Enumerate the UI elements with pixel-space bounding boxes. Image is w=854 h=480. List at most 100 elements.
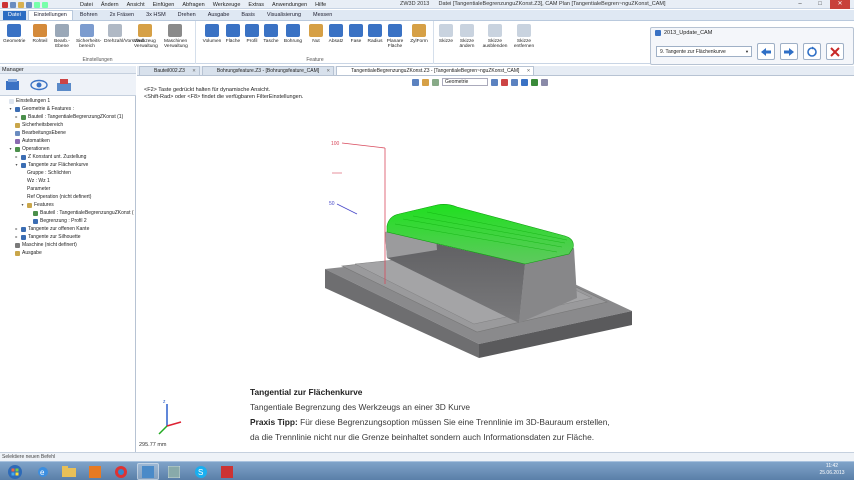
tree-expander-icon[interactable]: ▾ xyxy=(14,161,19,169)
tab-ausgabe[interactable]: Ausgabe xyxy=(203,11,235,20)
tree-item[interactable]: Parameter xyxy=(20,185,50,193)
tab-messen[interactable]: Messen xyxy=(308,11,337,20)
nut-button[interactable]: Nut xyxy=(305,24,327,44)
open-file-icon[interactable] xyxy=(18,1,24,8)
tree-expander-icon[interactable]: ▾ xyxy=(8,145,13,153)
menu-datei[interactable]: Datei xyxy=(80,2,93,8)
tree-item[interactable]: Bauteil : TangentialeBegrenzunguZKonst ( xyxy=(26,209,134,217)
ie-taskbar-button[interactable]: e xyxy=(32,463,54,480)
werkzeug-verwaltung-button[interactable]: Werkzeug Verwaltung xyxy=(134,24,158,49)
tab-bohren[interactable]: Bohren xyxy=(75,11,103,20)
menu-hilfe[interactable]: Hilfe xyxy=(315,2,326,8)
cam-tree-icon[interactable] xyxy=(56,78,72,92)
tree-item[interactable]: ▾ Operationen xyxy=(8,145,49,153)
tasche-button[interactable]: Tasche xyxy=(260,24,282,44)
geometrie-button[interactable]: Geometrie xyxy=(3,24,25,44)
app-taskbar-button[interactable] xyxy=(216,463,238,480)
chrome-taskbar-button[interactable] xyxy=(110,463,132,480)
window-taskbar-button[interactable] xyxy=(163,463,185,480)
display-icon[interactable] xyxy=(511,78,518,86)
skizze-ausblenden-button[interactable]: Skizze ausblenden xyxy=(482,24,508,49)
zylform-button[interactable]: ZylForm xyxy=(408,24,430,44)
menu-ansicht[interactable]: Ansicht xyxy=(127,2,145,8)
planare-flaeche-button[interactable]: Planare Fläche xyxy=(384,24,406,49)
maschinen-verwaltung-button[interactable]: Maschinen Verwaltung xyxy=(164,24,188,49)
start-button[interactable] xyxy=(4,463,26,480)
refresh-button[interactable] xyxy=(803,43,821,60)
menu-werkzeuge[interactable]: Werkzeuge xyxy=(213,2,241,8)
explorer-taskbar-button[interactable] xyxy=(58,463,80,480)
bohrung-button[interactable]: Bohrung xyxy=(282,24,304,44)
view-icon[interactable] xyxy=(541,78,548,86)
tree-item[interactable]: Ausgabe xyxy=(8,249,42,257)
tree-expander-icon[interactable]: ▸ xyxy=(14,233,19,241)
tree-item[interactable]: ▾ Tangente zur Flächenkurve xyxy=(14,161,88,169)
tab-drehen[interactable]: Drehen xyxy=(173,11,201,20)
app-logo-icon[interactable] xyxy=(2,1,8,8)
tree-expander-icon[interactable]: ▸ xyxy=(14,113,19,121)
tree-item[interactable]: Maschine (nicht definert) xyxy=(8,241,77,249)
skizze-aendern-button[interactable]: Skizze ändern xyxy=(456,24,478,49)
drehzahl-button[interactable]: Drehzahl/Vorschub xyxy=(104,24,145,44)
tree-expander-icon[interactable]: ▸ xyxy=(14,153,19,161)
tree-item[interactable]: Begrenzung : Profil 2 xyxy=(26,217,87,225)
tree-expander-icon[interactable]: ▸ xyxy=(14,225,19,233)
menu-aendern[interactable]: Ändern xyxy=(101,2,119,8)
skype-taskbar-button[interactable]: S xyxy=(190,463,212,480)
tab-3x-hsm[interactable]: 3x HSM xyxy=(141,11,171,20)
tab-basis[interactable]: Basis xyxy=(236,11,259,20)
tree-item[interactable]: Ref Operation (nicht definert) xyxy=(20,193,91,201)
chapter-select[interactable]: 9. Tangente zur Flächenkurve ▼ xyxy=(656,46,752,57)
tree-expander-icon[interactable]: ▾ xyxy=(20,201,25,209)
shade-icon[interactable] xyxy=(521,78,528,86)
filter-icon[interactable] xyxy=(501,78,508,86)
tree-item[interactable]: ▸ Tangente zur Silhouette xyxy=(14,233,80,241)
doc-tab-bauteil002[interactable]: Bauteil002.Z3 ✕ xyxy=(139,66,200,75)
history-icon[interactable] xyxy=(5,78,21,92)
select-icon[interactable] xyxy=(432,78,439,86)
menu-einfuegen[interactable]: Einfügen xyxy=(153,2,175,8)
close-icon[interactable]: ✕ xyxy=(326,68,330,74)
tree-item[interactable]: Sicherheitsbereich xyxy=(8,121,63,129)
system-clock[interactable]: 11:42 25.06.2013 xyxy=(812,463,852,477)
radius-button[interactable]: Radius xyxy=(364,24,386,44)
tree-item[interactable]: Wz : Wz 1 xyxy=(20,177,50,185)
bearb-ebene-button[interactable]: Bearb.-Ebene xyxy=(51,24,73,49)
snap-icon[interactable] xyxy=(491,78,498,86)
tab-datei[interactable]: Datei xyxy=(3,11,26,20)
tree-item[interactable]: Automatiken xyxy=(8,137,50,145)
filter-select[interactable]: Geometrie xyxy=(442,78,488,86)
absatz-button[interactable]: Absatz xyxy=(325,24,347,44)
tree-item[interactable]: ▸ Bauteil : TangentialeBegrenzungZKonst (… xyxy=(14,113,123,121)
tree-item[interactable]: ▾ Geometrie & Features : xyxy=(8,105,73,113)
close-icon[interactable]: ✕ xyxy=(527,68,531,74)
tree-item[interactable]: ▾ Features xyxy=(20,201,53,209)
sicherheitsbereich-button[interactable]: Sicherheits-bereich xyxy=(76,24,101,49)
volumen-button[interactable]: Volumen xyxy=(201,24,223,44)
new-file-icon[interactable] xyxy=(10,1,16,8)
menu-anwendungen[interactable]: Anwendungen xyxy=(272,2,307,8)
doc-tab-bohrungsfeature[interactable]: Bohrungsfeature.Z3 - [Bohrungsfeature_CA… xyxy=(201,66,335,75)
outlook-taskbar-button[interactable] xyxy=(84,463,106,480)
redo-icon[interactable] xyxy=(42,1,48,8)
minimize-button[interactable]: – xyxy=(790,0,810,9)
tree-item[interactable]: Einstellungen 1 xyxy=(2,97,50,105)
close-panel-button[interactable] xyxy=(826,43,844,60)
tree-item[interactable]: BearbeitungsEbene xyxy=(8,129,66,137)
graphics-viewport[interactable]: 100 50 z Geometrie <F2> Taste gedrückt h… xyxy=(137,76,854,462)
tab-2x-fraesen[interactable]: 2x Fräsen xyxy=(105,11,139,20)
undo-icon[interactable] xyxy=(34,1,40,8)
tab-visualisierung[interactable]: Visualisierung xyxy=(262,11,306,20)
doc-tab-tangentiale[interactable]: TangentialeBegrenzunguZKonst.Z3 - [Tange… xyxy=(336,66,535,75)
skizze-entfernen-button[interactable]: Skizze entfernen xyxy=(513,24,535,49)
previous-button[interactable] xyxy=(757,43,775,60)
tree-item[interactable]: Gruppe : Schlichten xyxy=(20,169,71,177)
menu-extras[interactable]: Extras xyxy=(248,2,264,8)
pick-filter-icon[interactable] xyxy=(412,78,419,86)
skizze-button[interactable]: Skizze xyxy=(435,24,457,44)
save-icon[interactable] xyxy=(26,1,32,8)
tree-item[interactable]: ▸ Tangente zur offenen Kante xyxy=(14,225,89,233)
menu-abfragen[interactable]: Abfragen xyxy=(182,2,204,8)
zw3d-taskbar-button[interactable] xyxy=(137,463,159,480)
pencil-icon[interactable] xyxy=(422,78,429,86)
